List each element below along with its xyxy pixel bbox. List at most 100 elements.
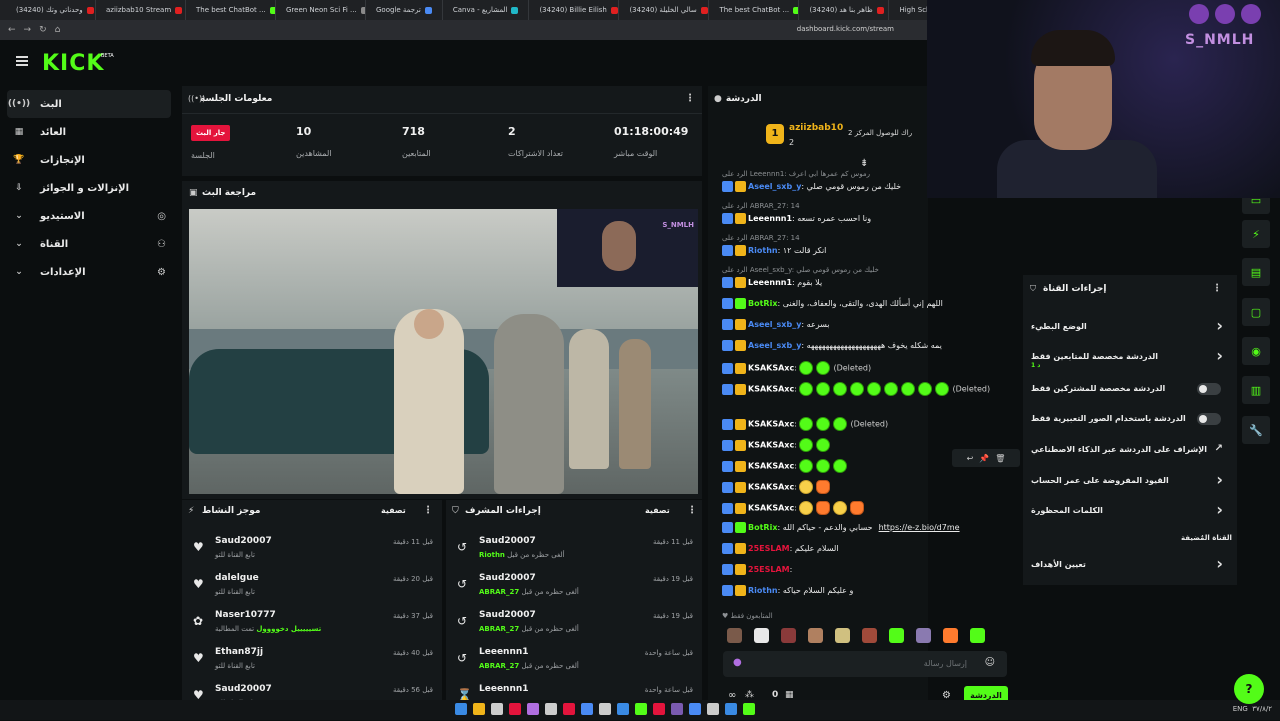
moderator-name[interactable]: ABRAR_27	[479, 588, 519, 596]
chat-message[interactable]: KSAKSAxc:	[722, 459, 850, 473]
chat-message[interactable]: Aseel_sxb_y: يمه شكله يخوف ههههههههههههه…	[722, 340, 942, 351]
pinned-user[interactable]: aziizbab10	[789, 123, 843, 133]
chat-message[interactable]: Leeennn1: يلا بقوم	[722, 277, 822, 288]
emoji-icon[interactable]: ☺	[985, 657, 995, 668]
taskbar-app-icon[interactable]	[455, 703, 467, 715]
chat-username[interactable]: KSAKSAxc	[748, 441, 794, 450]
emote-icon[interactable]	[808, 628, 823, 643]
back-icon[interactable]: ←	[8, 25, 16, 35]
taskbar-app-icon[interactable]	[563, 703, 575, 715]
broadcast-icon[interactable]: ◉	[1242, 337, 1270, 365]
chat-message[interactable]: 25ESLAM: السلام عليكم	[722, 543, 839, 554]
mod-action-user[interactable]: Leeennn1	[479, 647, 529, 657]
chat-username[interactable]: Aseel_sxb_y	[748, 182, 801, 191]
activity-filter-button[interactable]: تصفية	[381, 506, 406, 515]
mod-filter-button[interactable]: تصفية	[645, 506, 670, 515]
chat-username[interactable]: Riothn	[748, 246, 778, 255]
scroll-down-icon[interactable]: ⇟	[860, 158, 868, 169]
chat-message[interactable]: 25ESLAM:	[722, 564, 792, 575]
chat-message[interactable]: Riothn: و عليكم السلام حياكه	[722, 585, 853, 596]
chat-username[interactable]: Aseel_sxb_y	[748, 341, 801, 350]
chat-username[interactable]: 25ESLAM	[748, 544, 790, 553]
chat-username[interactable]: KSAKSAxc	[748, 420, 794, 429]
help-button[interactable]: ?	[1234, 674, 1264, 704]
chat-username[interactable]: KSAKSAxc	[748, 483, 794, 492]
activity-menu-icon[interactable]: ⋮	[423, 505, 433, 516]
chat-message[interactable]: BotRix: اللهم إني أسألك الهدى، والتقى، و…	[722, 298, 943, 309]
taskbar-app-icon[interactable]	[743, 703, 755, 715]
browser-tab[interactable]: Canva - المشاريع	[443, 0, 530, 20]
activity-user[interactable]: dalelgue	[215, 573, 259, 583]
reply-icon[interactable]: ↩	[967, 454, 974, 463]
emote-icon[interactable]	[727, 628, 742, 643]
browser-tab[interactable]: (34240) ظاهر بنا هد	[799, 0, 890, 20]
url-text[interactable]: dashboard.kick.com/stream	[797, 25, 894, 33]
mic-icon[interactable]: ●	[733, 657, 742, 668]
chat-username[interactable]: KSAKSAxc	[748, 462, 794, 471]
home-icon[interactable]: ⌂	[55, 25, 61, 35]
gift-icon[interactable]: ▦	[785, 690, 794, 700]
taskbar-app-icon[interactable]	[725, 703, 737, 715]
wrench-icon[interactable]: 🔧	[1242, 416, 1270, 444]
chat-username[interactable]: KSAKSAxc	[748, 504, 794, 513]
chat-message[interactable]: KSAKSAxc:	[722, 480, 833, 494]
activity-user[interactable]: Naser10777	[215, 610, 276, 620]
sidebar-item[interactable]: ⌄ القناة ⚇	[0, 230, 178, 258]
chat-username[interactable]: KSAKSAxc	[748, 364, 794, 373]
bolt-icon[interactable]: ⚡	[1242, 220, 1270, 248]
moderator-name[interactable]: ABRAR_27	[479, 625, 519, 633]
chat-message[interactable]: KSAKSAxc:	[722, 438, 833, 452]
browser-tab[interactable]: Google ترجمة	[366, 0, 443, 20]
activity-user[interactable]: Ethan87jj	[215, 647, 263, 657]
channel-action-item[interactable]: الوضع البطيء ›	[1031, 316, 1227, 338]
reload-icon[interactable]: ↻	[39, 25, 47, 35]
emote-icon[interactable]	[916, 628, 931, 643]
channel-action-item[interactable]: القيود المفروضة على عمر الحساب ›	[1031, 470, 1227, 492]
chat-link[interactable]: https://e-z.bio/d7me	[879, 523, 960, 532]
session-menu-icon[interactable]: ⋮	[685, 93, 695, 104]
chat-message[interactable]: KSAKSAxc: (Deleted)	[722, 361, 871, 375]
chat-message[interactable]: KSAKSAxc:	[722, 501, 867, 515]
moderator-name[interactable]: Riothn	[479, 551, 505, 559]
emote-icon[interactable]	[781, 628, 796, 643]
layout-icon[interactable]: ▥	[1242, 376, 1270, 404]
chat-username[interactable]: BotRix	[748, 523, 777, 532]
emote-icon[interactable]	[835, 628, 850, 643]
toggle-switch[interactable]	[1197, 413, 1221, 425]
document-icon[interactable]: ▤	[1242, 258, 1270, 286]
taskbar-app-icon[interactable]	[509, 703, 521, 715]
chat-username[interactable]: BotRix	[748, 299, 777, 308]
pin-icon[interactable]: 📌	[979, 454, 989, 463]
chat-message[interactable]: Leeennn1: ونا احسب عمره تسعه	[722, 213, 871, 224]
taskbar-app-icon[interactable]	[473, 703, 485, 715]
mod-action-user[interactable]: Saud20007	[479, 536, 536, 546]
mod-action-user[interactable]: Saud20007	[479, 573, 536, 583]
channel-action-item[interactable]: تعيين الأهداف ›	[1031, 554, 1227, 576]
sidebar-item[interactable]: 🏆 الإنجازات	[0, 146, 178, 174]
chat-message[interactable]: BotRix: حسابي والدعم - حياكم الله https:/…	[722, 522, 960, 533]
browser-tab[interactable]: Green Neon Sci Fi ...	[276, 0, 366, 20]
sidebar-item[interactable]: ⌄ الاستيديو ◎	[0, 202, 178, 230]
stream-preview-video[interactable]: S_NMLH	[189, 209, 698, 494]
sidebar-item[interactable]: ⇩ الإنزالات و الجوائز	[0, 174, 178, 202]
taskbar-app-icon[interactable]	[617, 703, 629, 715]
taskbar-app-icon[interactable]	[635, 703, 647, 715]
browser-tab[interactable]: The best ChatBot ...	[709, 0, 800, 20]
activity-user[interactable]: Saud20007	[215, 536, 272, 546]
channel-action-item[interactable]: الدردشة مخصصة للمتابعين فقط 1 د ›	[1031, 346, 1227, 369]
channel-action-item[interactable]: الإشراف على الدردشة عبر الذكاء الاصطناعي…	[1031, 441, 1227, 461]
browser-tab[interactable]: (34240) Billie Eilish	[529, 0, 620, 20]
taskbar-app-icon[interactable]	[689, 703, 701, 715]
taskbar-app-icon[interactable]	[581, 703, 593, 715]
chat-message[interactable]: KSAKSAxc: (Deleted)	[722, 382, 990, 396]
chat-username[interactable]: Leeennn1	[748, 278, 792, 287]
channel-action-item[interactable]: القناة المُضيفة	[1031, 530, 1232, 550]
forward-icon[interactable]: →	[24, 25, 32, 35]
chat-message[interactable]: Aseel_sxb_y: بسرعه	[722, 319, 830, 330]
taskbar-app-icon[interactable]	[599, 703, 611, 715]
chat-username[interactable]: Leeennn1	[748, 214, 792, 223]
toggle-switch[interactable]	[1197, 383, 1221, 395]
delete-icon[interactable]: 🗑	[995, 454, 1005, 463]
browser-tab[interactable]: aziizbab10 Stream	[96, 0, 186, 20]
mod-menu-icon[interactable]: ⋮	[687, 505, 697, 516]
